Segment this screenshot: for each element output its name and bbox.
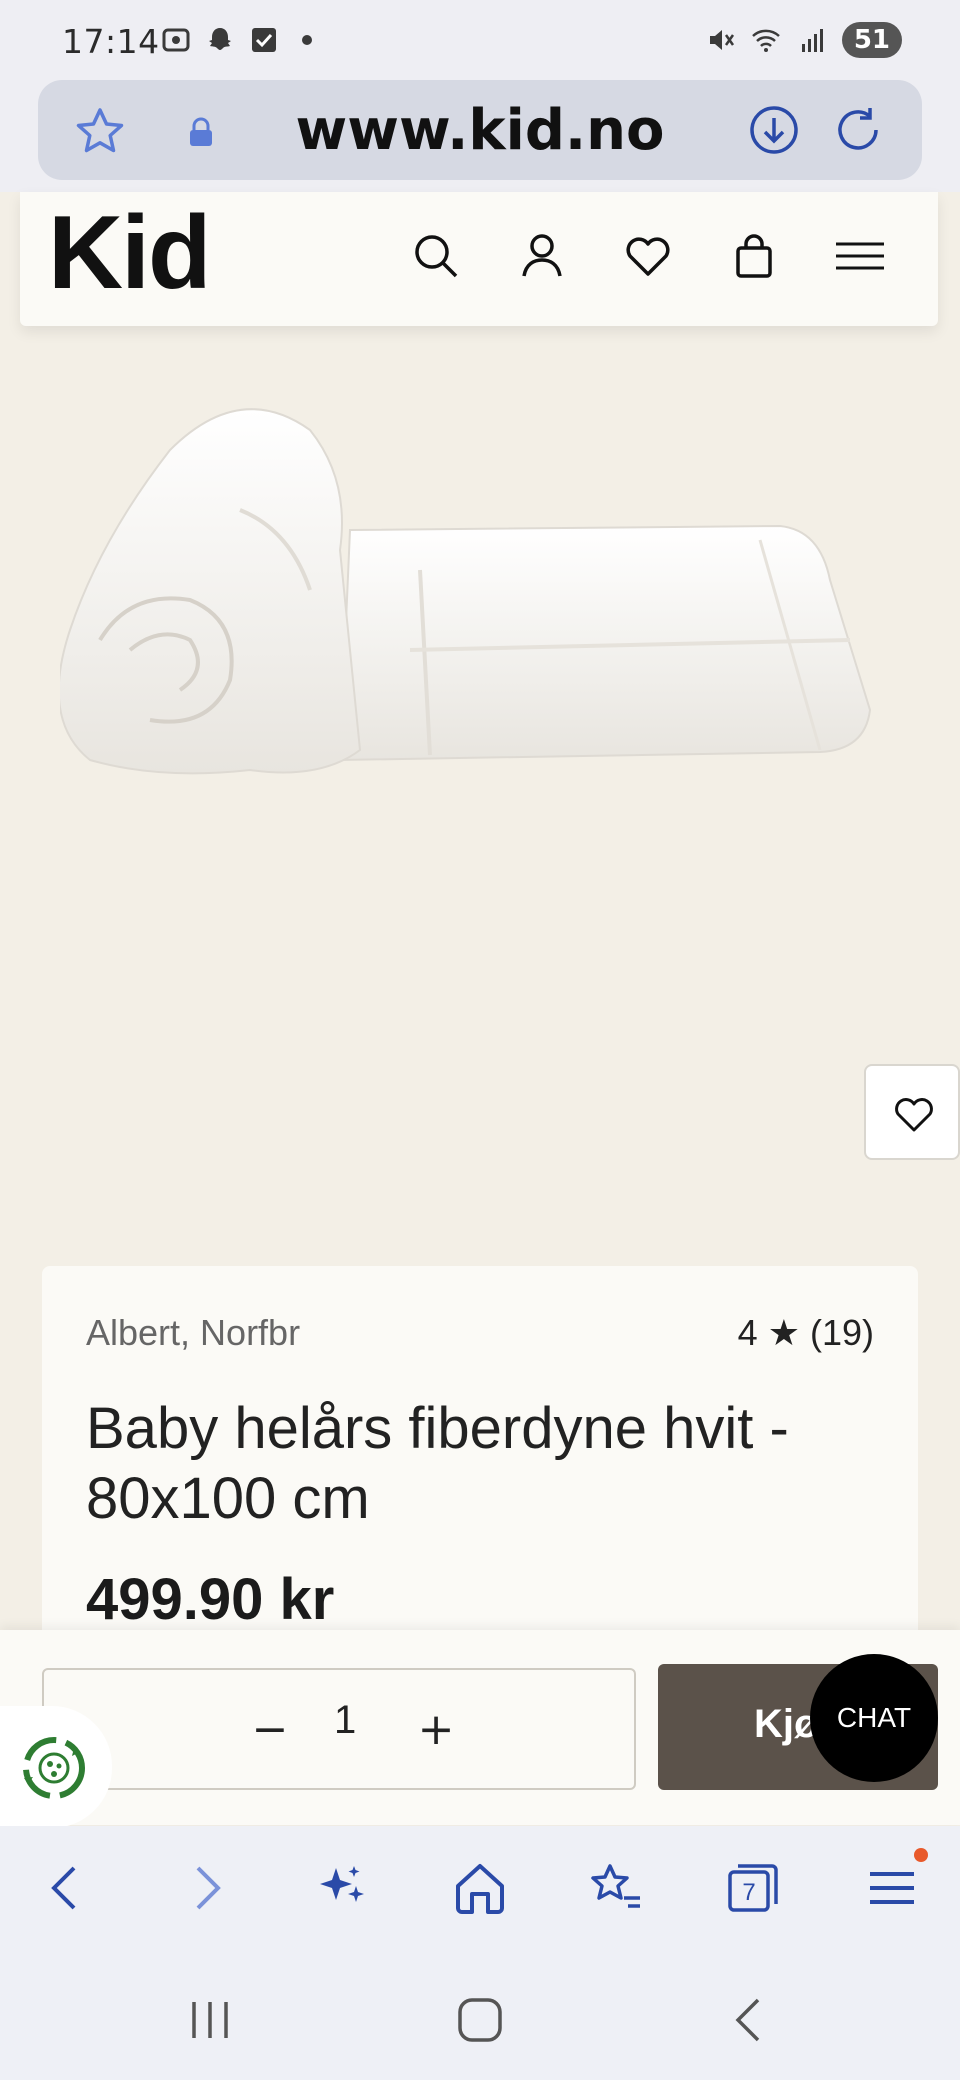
recycle-icon bbox=[23, 1737, 85, 1799]
kid-logo[interactable]: Kid bbox=[48, 194, 212, 313]
quantity-increase-button[interactable]: + bbox=[406, 1700, 466, 1760]
status-icons-right: 51 bbox=[704, 22, 902, 58]
ai-sparkle-icon[interactable] bbox=[310, 1856, 374, 1920]
product-brand[interactable]: Albert, Norfbr bbox=[86, 1312, 300, 1354]
back-icon[interactable] bbox=[34, 1856, 98, 1920]
home-button-icon[interactable] bbox=[450, 1990, 510, 2050]
screenshot-icon bbox=[162, 28, 190, 52]
product-info-card: Albert, Norfbr 4 ★ (19) Baby helårs fibe… bbox=[42, 1266, 918, 1666]
add-to-wishlist-button[interactable] bbox=[864, 1064, 960, 1160]
tab-count: 7 bbox=[742, 1879, 755, 1906]
wishlist-icon[interactable] bbox=[620, 228, 676, 284]
home-icon[interactable] bbox=[448, 1856, 512, 1920]
dot-icon bbox=[302, 35, 312, 45]
browser-toolbar: www.kid.no bbox=[0, 80, 960, 192]
snapchat-icon bbox=[209, 28, 231, 50]
battery-icon: 51 bbox=[841, 22, 902, 58]
product-price: 499.90 kr bbox=[86, 1567, 335, 1632]
mute-icon bbox=[709, 30, 734, 50]
heart-icon bbox=[895, 1098, 933, 1132]
bookmarks-icon[interactable] bbox=[584, 1856, 648, 1920]
quantity-stepper: − 1 + bbox=[42, 1668, 636, 1790]
notification-dot bbox=[914, 1848, 928, 1862]
menu-icon[interactable] bbox=[832, 228, 888, 284]
cart-icon[interactable] bbox=[726, 228, 782, 284]
recent-apps-icon[interactable] bbox=[180, 1990, 240, 2050]
account-icon[interactable] bbox=[514, 228, 570, 284]
site-header: Kid bbox=[20, 192, 938, 326]
system-nav-bar bbox=[0, 1950, 960, 2080]
system-back-icon[interactable] bbox=[720, 1990, 780, 2050]
status-bar: 17:14 51 bbox=[0, 0, 960, 80]
status-time: 17:14 bbox=[62, 22, 160, 61]
product-image bbox=[60, 408, 872, 775]
quantity-value[interactable]: 1 bbox=[334, 1698, 356, 1743]
status-icons-left bbox=[160, 24, 312, 56]
signal-icon bbox=[801, 29, 823, 52]
forward-icon[interactable] bbox=[174, 1856, 238, 1920]
quantity-decrease-button[interactable]: − bbox=[240, 1700, 300, 1760]
browser-menu-icon[interactable] bbox=[860, 1856, 924, 1920]
tabs-icon[interactable]: 7 bbox=[720, 1856, 784, 1920]
product-title: Baby helårs fiberdyne hvit - 80x100 cm bbox=[86, 1396, 789, 1531]
url-bar[interactable]: www.kid.no bbox=[38, 80, 922, 180]
download-icon[interactable] bbox=[746, 102, 802, 158]
reload-icon[interactable] bbox=[830, 102, 886, 158]
wifi-icon bbox=[751, 29, 780, 52]
search-icon[interactable] bbox=[408, 228, 464, 284]
checkbox-icon bbox=[252, 28, 276, 52]
product-rating[interactable]: 4 ★ (19) bbox=[738, 1312, 874, 1354]
browser-bottom-nav: 7 bbox=[0, 1826, 960, 1950]
chat-button[interactable]: CHAT bbox=[810, 1654, 938, 1782]
